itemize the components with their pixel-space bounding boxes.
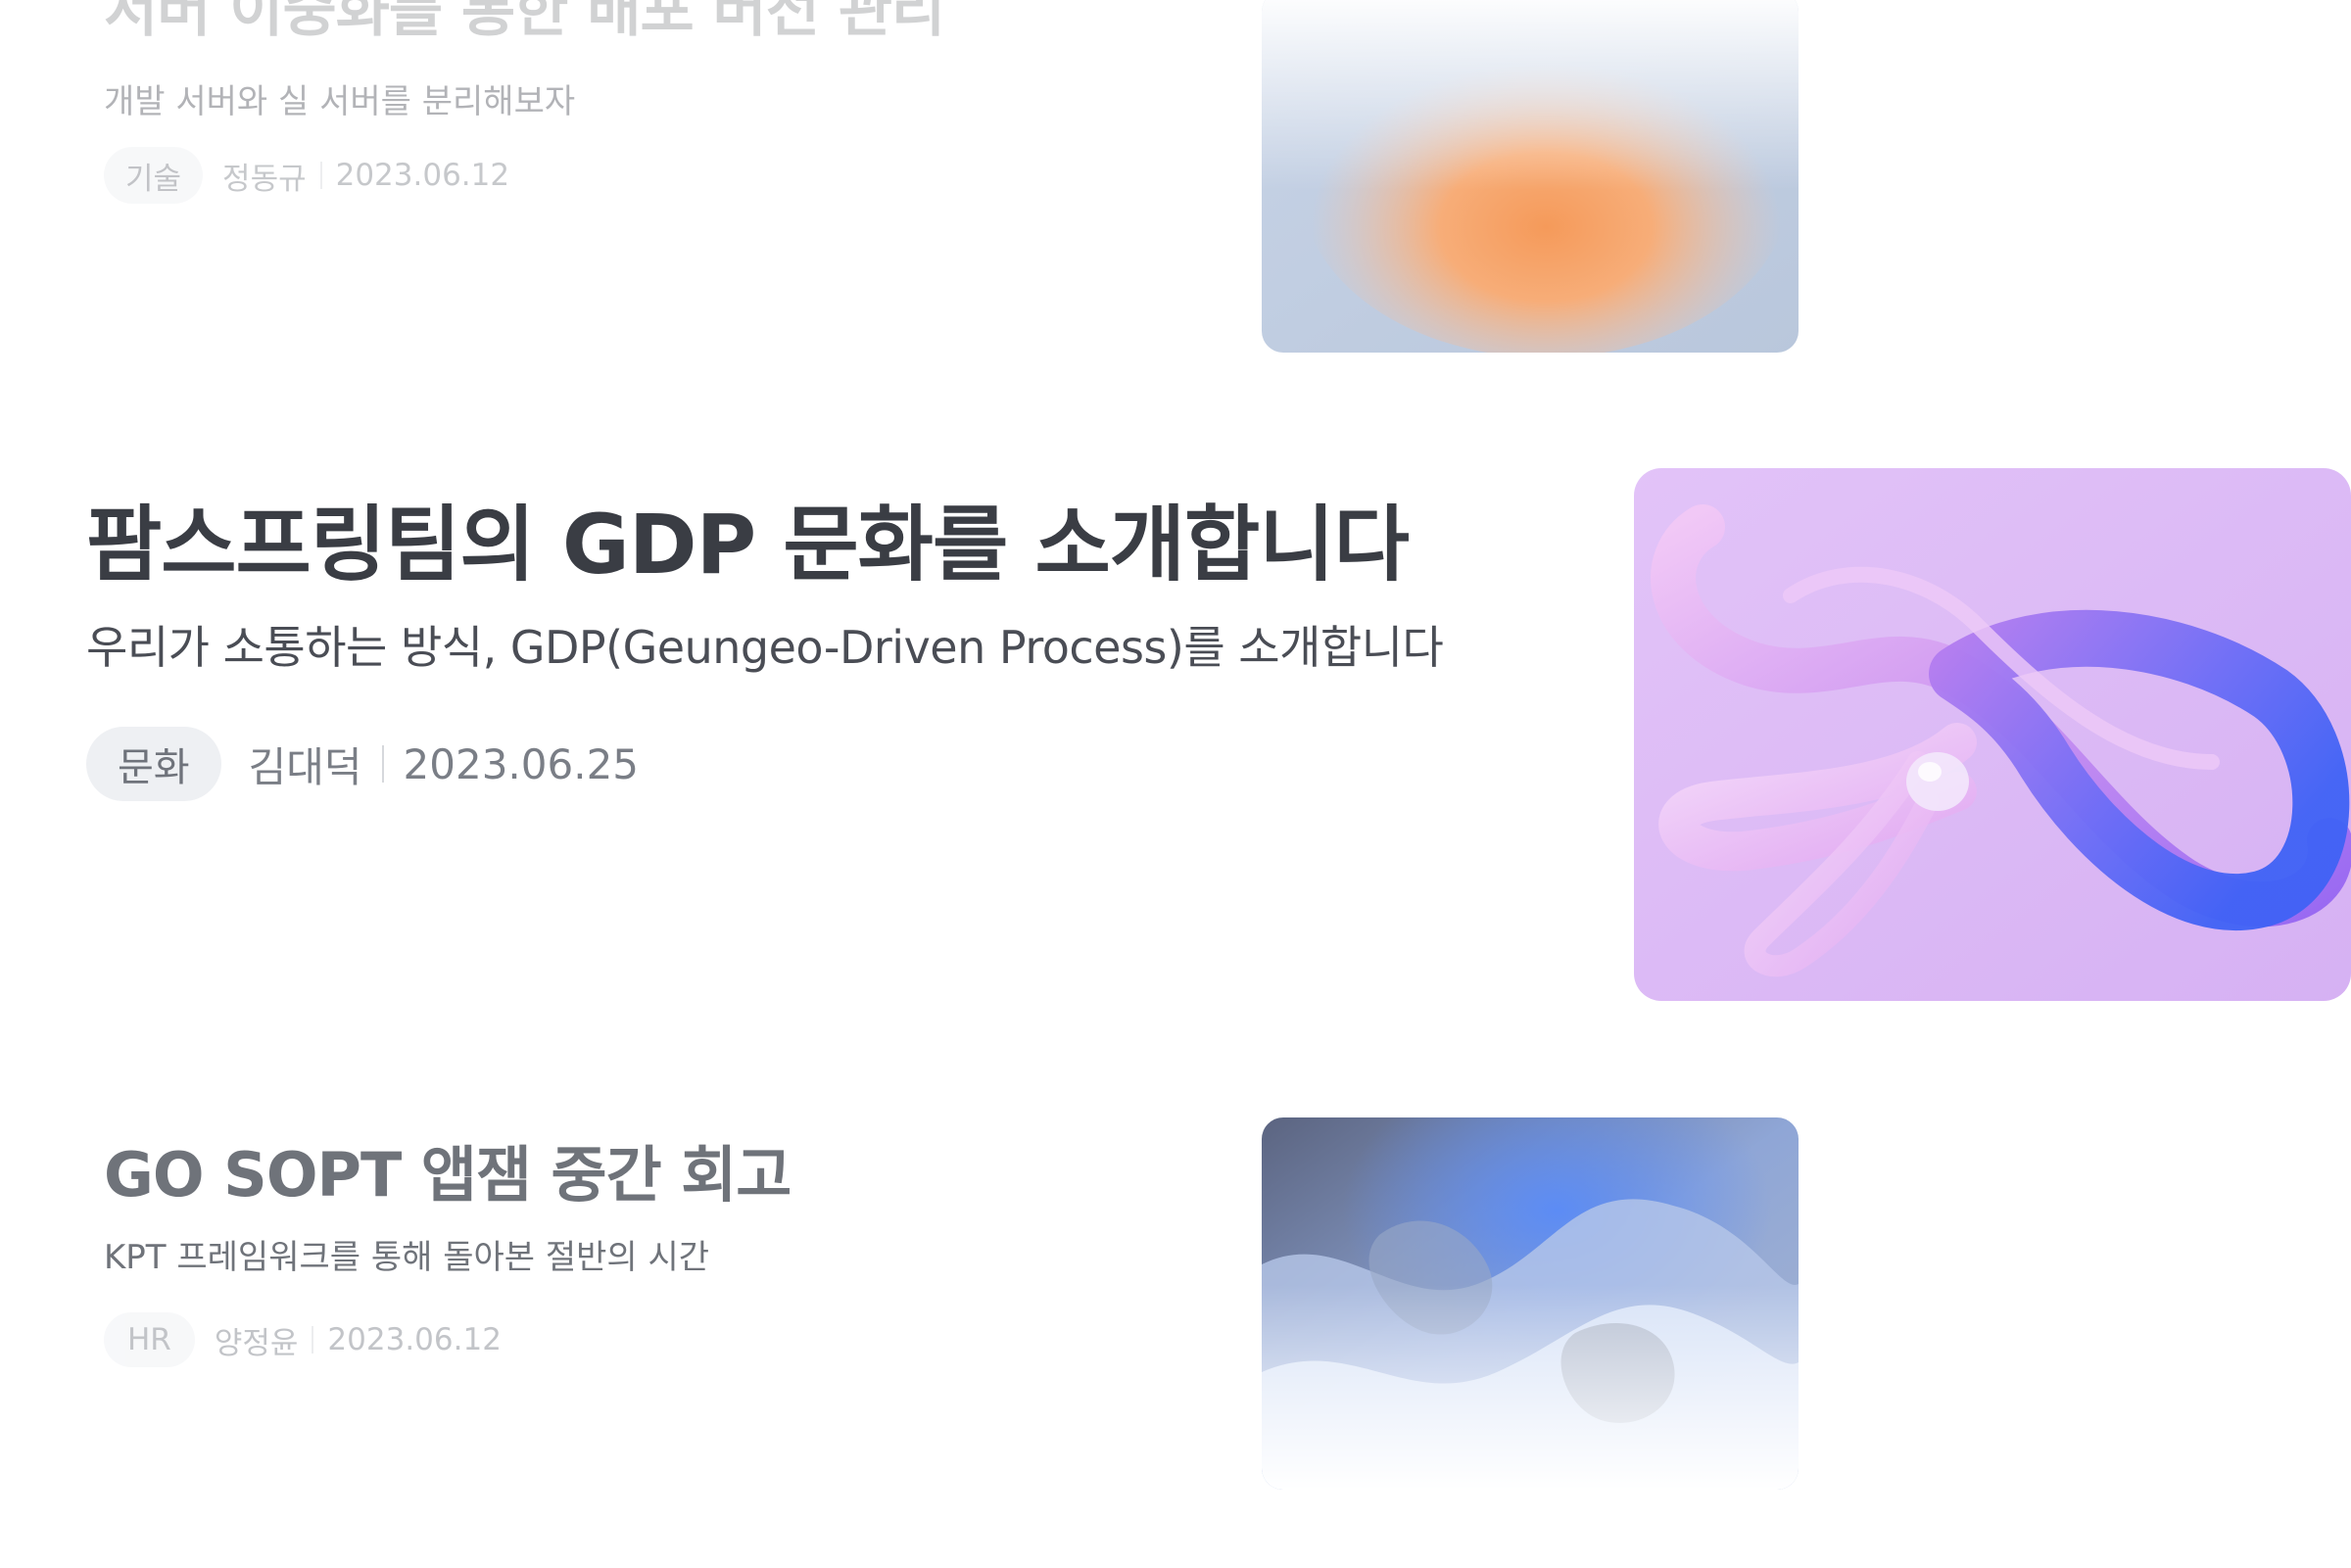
post-subtitle: KPT 프레임워크를 통해 돌아본 절반의 시간 xyxy=(104,1238,710,1277)
meta-divider xyxy=(312,1326,314,1354)
post-date: 2023.06.25 xyxy=(403,739,640,788)
meta-divider xyxy=(319,162,322,189)
post-thumbnail-1[interactable] xyxy=(1262,0,1799,353)
infinity-ribbon-image xyxy=(1634,468,2351,1001)
post-date: 2023.06.12 xyxy=(335,158,510,193)
post-card-1[interactable]: 서버 이중화를 통한 배포 버전 관리 개발 서버와 실 서버를 분리해보자 기… xyxy=(0,0,2351,372)
post-title: 서버 이중화를 통한 배포 버전 관리 xyxy=(104,0,945,45)
post-date: 2023.06.12 xyxy=(327,1322,502,1357)
post-meta: 문화 김대덕 2023.06.25 xyxy=(86,727,639,801)
post-thumbnail-3[interactable] xyxy=(1262,1117,1799,1490)
category-tag[interactable]: 기술 xyxy=(104,147,204,204)
post-title: 팜스프링팀의 GDP 문화를 소개합니다 xyxy=(86,497,1410,593)
category-tag[interactable]: HR xyxy=(104,1312,195,1367)
post-thumbnail-2[interactable] xyxy=(1634,468,2351,1001)
author-name: 양정윤 xyxy=(214,1325,299,1361)
fade-overlay xyxy=(1262,1285,1799,1490)
author-name: 정동규 xyxy=(222,161,307,197)
post-title: GO SOPT 앱잼 중간 회고 xyxy=(104,1139,792,1211)
post-subtitle: 개발 서버와 실 서버를 분리해보자 xyxy=(104,82,576,121)
fade-overlay xyxy=(1262,0,1799,190)
author-name: 김대덕 xyxy=(248,742,362,791)
post-meta: HR 양정윤 2023.06.12 xyxy=(104,1312,502,1367)
post-subtitle: 우리가 소통하는 방식, GDP(Geungeo-Driven Process)… xyxy=(86,621,1444,674)
post-meta: 기술 정동규 2023.06.12 xyxy=(104,147,509,204)
category-tag[interactable]: 문화 xyxy=(86,727,221,801)
meta-divider xyxy=(381,745,384,783)
blog-post-list: 서버 이중화를 통한 배포 버전 관리 개발 서버와 실 서버를 분리해보자 기… xyxy=(0,0,2351,1568)
